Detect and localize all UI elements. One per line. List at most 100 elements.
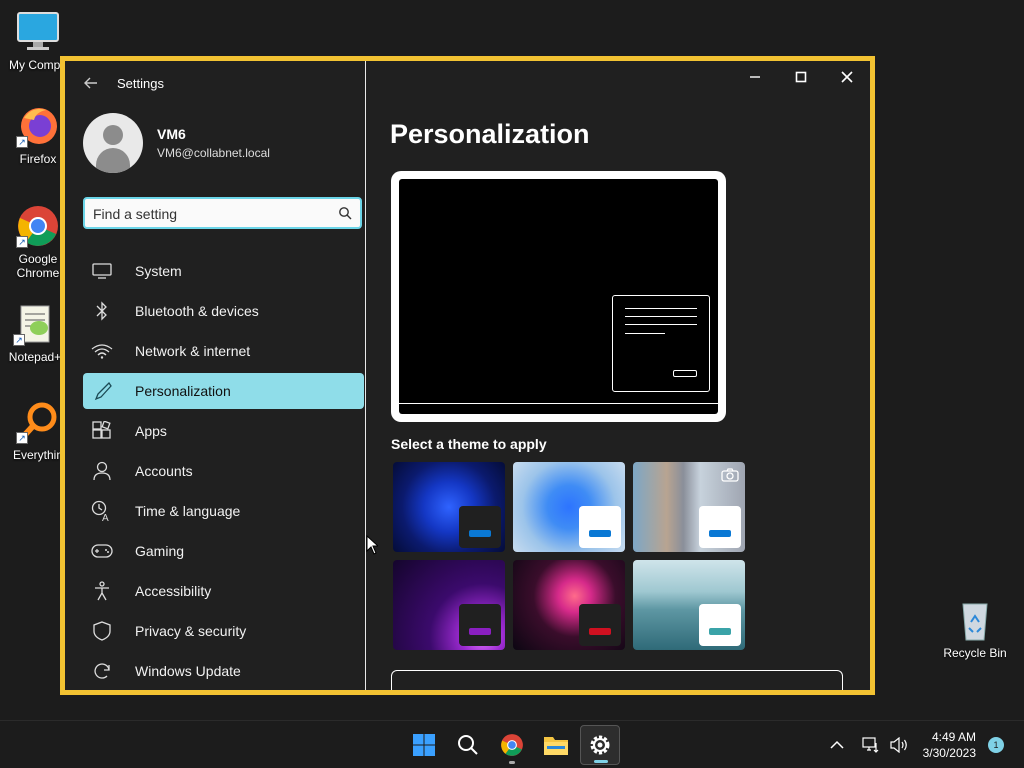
start-button[interactable]	[404, 725, 444, 765]
theme-chip	[579, 506, 621, 548]
monitor-icon	[91, 260, 113, 282]
sidebar-item-privacy-security[interactable]: Privacy & security	[83, 613, 364, 649]
back-arrow-icon[interactable]	[83, 75, 99, 91]
window-controls	[732, 61, 870, 93]
sidebar-item-accessibility[interactable]: Accessibility	[83, 573, 364, 609]
maximize-button[interactable]	[778, 61, 824, 93]
sidebar-item-label: Accounts	[135, 463, 193, 479]
svg-text:A: A	[102, 513, 109, 522]
sidebar-item-label: Personalization	[135, 383, 231, 399]
clock-time: 4:49 AM	[931, 730, 976, 744]
globe-clock-icon: A	[91, 500, 113, 522]
settings-nav: System Bluetooth & devices Network & int…	[83, 253, 364, 690]
sidebar-item-personalization[interactable]: Personalization	[83, 373, 364, 409]
shortcut-arrow-icon: ↗	[16, 432, 28, 444]
search-input[interactable]	[93, 204, 323, 224]
wifi-icon	[91, 340, 113, 362]
settings-card[interactable]	[391, 670, 843, 690]
settings-icon	[590, 735, 610, 755]
sidebar-item-bluetooth[interactable]: Bluetooth & devices	[83, 293, 364, 329]
volume-icon[interactable]	[887, 733, 911, 757]
sidebar-item-label: System	[135, 263, 182, 279]
main-content: Personalization Select a theme to apply	[367, 61, 870, 690]
theme-chip	[699, 604, 741, 646]
clock[interactable]: 4:49 AM 3/30/2023	[923, 729, 976, 761]
theme-chip	[459, 506, 501, 548]
shield-icon	[91, 620, 113, 642]
sidebar-item-label: Accessibility	[135, 583, 212, 599]
taskbar: 4:49 AM 3/30/2023 1	[0, 720, 1024, 768]
sidebar-item-windows-update[interactable]: Windows Update	[83, 653, 364, 689]
theme-glow[interactable]	[393, 560, 505, 650]
brush-icon	[91, 380, 113, 402]
sidebar-item-gaming[interactable]: Gaming	[83, 533, 364, 569]
theme-flow[interactable]	[633, 560, 745, 650]
notification-badge[interactable]: 1	[988, 737, 1004, 753]
camera-icon	[721, 468, 739, 482]
sidebar-item-label: Network & internet	[135, 343, 251, 359]
sidebar-item-label: Windows Update	[135, 663, 241, 679]
shortcut-arrow-icon: ↗	[16, 136, 28, 148]
start-icon	[413, 734, 435, 756]
theme-chip	[459, 604, 501, 646]
apps-icon	[91, 420, 113, 442]
title-bar: Settings	[83, 75, 164, 91]
accessibility-icon	[91, 580, 113, 602]
update-icon	[91, 660, 113, 682]
sidebar-item-label: Bluetooth & devices	[135, 303, 259, 319]
search-icon	[458, 735, 478, 755]
user-name: VM6	[157, 126, 186, 142]
window-title: Settings	[117, 75, 164, 91]
shortcut-arrow-icon: ↗	[13, 334, 25, 346]
gamepad-icon	[91, 540, 113, 562]
sidebar-item-network[interactable]: Network & internet	[83, 333, 364, 369]
close-button[interactable]	[824, 61, 870, 93]
sidebar-item-label: Privacy & security	[135, 623, 247, 639]
desktop-icon-recycle-bin[interactable]: Recycle Bin	[940, 598, 1010, 660]
sidebar-item-label: Gaming	[135, 543, 185, 559]
taskbar-settings-button[interactable]	[580, 725, 620, 765]
preview-window-icon	[612, 295, 710, 392]
theme-windows-spotlight[interactable]	[633, 462, 745, 552]
taskbar-chrome-button[interactable]	[492, 725, 532, 765]
theme-captured-motion[interactable]	[513, 560, 625, 650]
themes-heading: Select a theme to apply	[391, 436, 547, 452]
theme-chip	[699, 506, 741, 548]
theme-grid	[393, 462, 745, 650]
avatar	[83, 113, 143, 173]
minimize-button[interactable]	[732, 61, 778, 93]
notepad-plus-icon: ↗	[13, 302, 57, 346]
settings-window: Settings VM6 VM6@collabnet.local System	[60, 56, 875, 695]
everything-search-icon: ↗	[16, 400, 60, 444]
chrome-icon: ↗	[16, 204, 60, 248]
person-icon	[91, 460, 113, 482]
network-icon[interactable]	[859, 733, 883, 757]
taskbar-file-explorer-button[interactable]	[536, 725, 576, 765]
desktop-icon-label: Recycle Bin	[943, 646, 1007, 660]
theme-chip	[579, 604, 621, 646]
taskbar-search-button[interactable]	[448, 725, 488, 765]
sidebar-item-label: Apps	[135, 423, 167, 439]
settings-sidebar: Settings VM6 VM6@collabnet.local System	[65, 61, 366, 690]
search-icon[interactable]	[338, 206, 352, 220]
sidebar-item-system[interactable]: System	[83, 253, 364, 289]
search-box	[83, 197, 362, 229]
bluetooth-icon	[91, 300, 113, 322]
user-profile[interactable]: VM6 VM6@collabnet.local	[83, 113, 270, 173]
theme-preview	[391, 171, 726, 422]
sidebar-item-time-language[interactable]: A Time & language	[83, 493, 364, 529]
system-tray: 4:49 AM 3/30/2023 1	[823, 721, 1024, 768]
sidebar-item-accounts[interactable]: Accounts	[83, 453, 364, 489]
theme-windows-dark[interactable]	[393, 462, 505, 552]
firefox-icon: ↗	[16, 104, 60, 148]
sidebar-item-label: Time & language	[135, 503, 241, 519]
file-explorer-icon	[544, 737, 568, 755]
taskbar-apps	[404, 725, 620, 765]
page-title: Personalization	[390, 119, 590, 149]
chevron-up-icon[interactable]	[825, 733, 849, 757]
user-email: VM6@collabnet.local	[157, 146, 270, 160]
shortcut-arrow-icon: ↗	[16, 236, 28, 248]
sidebar-item-apps[interactable]: Apps	[83, 413, 364, 449]
theme-windows-light[interactable]	[513, 462, 625, 552]
recycle-bin-icon	[953, 598, 997, 642]
